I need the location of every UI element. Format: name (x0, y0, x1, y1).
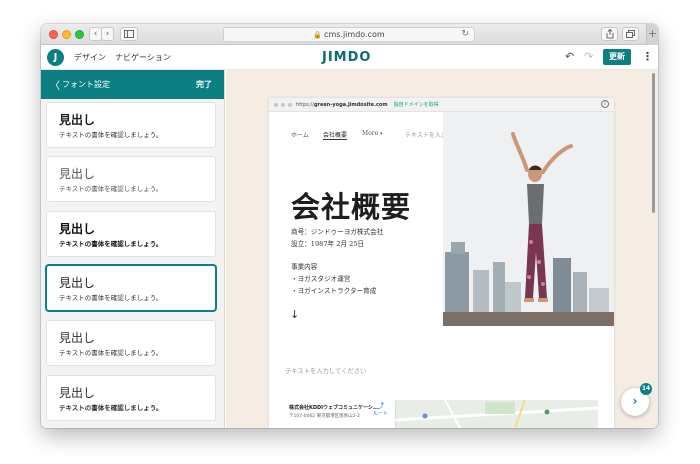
font-option-sample: テキストの書体を確認しましょう。 (59, 294, 163, 302)
preview-browser-bar: https://green-yoga.jimdosite.com 独自ドメインを取… (269, 98, 614, 112)
info-icon[interactable]: i (601, 100, 609, 108)
done-button[interactable]: 完了 (196, 79, 212, 90)
tabs-overview-button[interactable] (622, 27, 639, 41)
undo-icon[interactable]: ↶ (565, 50, 574, 63)
company-name-text[interactable]: 商号：ジンドゥーヨガ株式会社 (291, 226, 383, 236)
font-option-heading: 見出し (59, 386, 96, 400)
chevron-left-icon: ‹ (93, 29, 98, 39)
jimdo-logo-button[interactable]: J (47, 49, 64, 66)
font-option-heading: 見出し (59, 167, 96, 181)
yoga-photo-illustration (443, 112, 614, 326)
jimdo-brand-logo: JIMDO (322, 50, 372, 65)
site-nav-home[interactable]: ホーム (291, 130, 309, 139)
font-option-sample: テキストの書体を確認しましょう。 (59, 131, 163, 139)
font-option-2[interactable]: 見出し テキストの書体を確認しましょう。 (46, 156, 216, 202)
browser-window: ‹ › 🔒 cms.jimdo.com ↻ + J デザイン ナビゲーション JI… (41, 24, 658, 428)
new-tab-button[interactable]: + (646, 24, 658, 45)
preview-dot (281, 103, 285, 107)
font-option-sample: テキストの書体を確認しましょう。 (59, 240, 163, 248)
site-nav-more[interactable]: More ▾ (362, 130, 383, 137)
font-option-heading: 見出し (59, 222, 96, 236)
font-option-1[interactable]: 見出し テキストの書体を確認しましょう。 (46, 102, 216, 148)
scroll-down-arrow-icon[interactable]: ↓ (290, 308, 299, 321)
font-option-sample: テキストの書体を確認しましょう。 (59, 404, 163, 412)
map-info-card: 株式会社KDDIウェブコミュニケーシ... 〒107-0062 東京都港区南青山… (285, 400, 395, 428)
nav-navigation[interactable]: ナビゲーション (115, 52, 171, 63)
browser-titlebar: ‹ › 🔒 cms.jimdo.com ↻ + (41, 24, 658, 45)
font-option-sample: テキストの書体を確認しましょう。 (59, 185, 163, 193)
close-window-button[interactable] (49, 30, 58, 39)
nav-design[interactable]: デザイン (74, 52, 106, 63)
page-title[interactable]: 会社概要 (291, 184, 411, 226)
map-route-label: ルート (373, 411, 389, 417)
more-options-icon[interactable]: ⋮ (642, 50, 653, 63)
site-preview-page: https://green-yoga.jimdosite.com 独自ドメインを取… (269, 98, 614, 428)
business-heading[interactable]: 事業内容 (291, 261, 317, 271)
preview-scrollbar[interactable] (652, 73, 655, 213)
font-option-3[interactable]: 見出し テキストの書体を確認しましょう。 (46, 211, 216, 257)
get-domain-link[interactable]: 独自ドメインを取得 (394, 102, 439, 108)
business-item[interactable]: ・ヨガスタジオ運営 (291, 273, 350, 283)
tabs-icon (626, 30, 635, 38)
share-icon (606, 28, 613, 39)
chevron-right-icon: › (105, 29, 110, 39)
forward-button[interactable]: › (101, 27, 114, 41)
font-option-4-selected[interactable]: 見出し テキストの書体を確認しましょう。 (46, 265, 216, 311)
preview-url: https://green-yoga.jimdosite.com 独自ドメインを取… (296, 100, 614, 110)
site-nav-more-label: More (362, 130, 379, 137)
site-nav-about[interactable]: 会社概要 (323, 130, 348, 140)
update-button[interactable]: 更新 (603, 49, 631, 65)
address-text: cms.jimdo.com (324, 30, 385, 39)
minimize-window-button[interactable] (62, 30, 71, 39)
directions-icon: ⤴ (377, 402, 384, 410)
panel-title: フォント設定 (62, 80, 110, 89)
preview-dot (288, 103, 292, 107)
font-settings-panel: 〈 フォント設定 完了 見出し テキストの書体を確認しましょう。 見出し テキス… (41, 70, 225, 428)
reload-icon[interactable]: ↻ (461, 28, 469, 41)
preview-url-domain: green-yoga.jimdosite.com (313, 102, 388, 108)
sidebar-icon (124, 30, 134, 38)
sidebar-toggle-button[interactable] (120, 27, 138, 41)
share-button[interactable] (601, 27, 618, 41)
caret-down-icon: ▾ (380, 131, 383, 137)
font-option-heading: 見出し (59, 331, 96, 345)
back-arrow-icon[interactable]: 〈 (50, 77, 60, 92)
redo-icon[interactable]: ↷ (584, 50, 593, 63)
map-company-name: 株式会社KDDIウェブコミュニケーシ... (289, 405, 379, 411)
zoom-window-button[interactable] (75, 30, 84, 39)
chevron-right-icon: › (632, 394, 638, 408)
font-option-sample: テキストの書体を確認しましょう。 (59, 349, 163, 357)
text-placeholder[interactable]: テキストを入力してください (285, 366, 366, 375)
google-map[interactable]: 株式会社KDDIウェブコミュニケーシ... 〒107-0062 東京都港区南青山… (285, 400, 598, 428)
lock-icon: 🔒 (313, 31, 323, 39)
font-option-heading: 見出し (59, 113, 96, 127)
site-preview-area: https://green-yoga.jimdosite.com 独自ドメインを取… (226, 70, 658, 428)
map-address: 〒107-0062 東京都港区南青山2-2 (289, 414, 360, 419)
font-option-6[interactable]: 見出し テキストの書体を確認しましょう。 (46, 375, 216, 421)
preview-dot (274, 103, 278, 107)
address-bar[interactable]: 🔒 cms.jimdo.com ↻ (223, 27, 475, 42)
established-text[interactable]: 設立：1987年 2月 25日 (291, 238, 364, 248)
notification-badge: 14 (640, 383, 652, 395)
business-item[interactable]: ・ヨガインストラクター育成 (291, 285, 376, 295)
jimdo-toolbar: J デザイン ナビゲーション JIMDO ↶ ↷ 更新 ⋮ (41, 45, 658, 70)
panel-header: 〈 フォント設定 完了 (41, 70, 224, 99)
font-option-heading: 見出し (59, 276, 96, 290)
font-option-5[interactable]: 見出し テキストの書体を確認しましょう。 (46, 320, 216, 366)
hero-yoga-photo[interactable] (443, 112, 614, 326)
map-route-button[interactable]: ⤴ ルート (373, 403, 388, 418)
preview-url-prefix: https:// (296, 102, 314, 108)
